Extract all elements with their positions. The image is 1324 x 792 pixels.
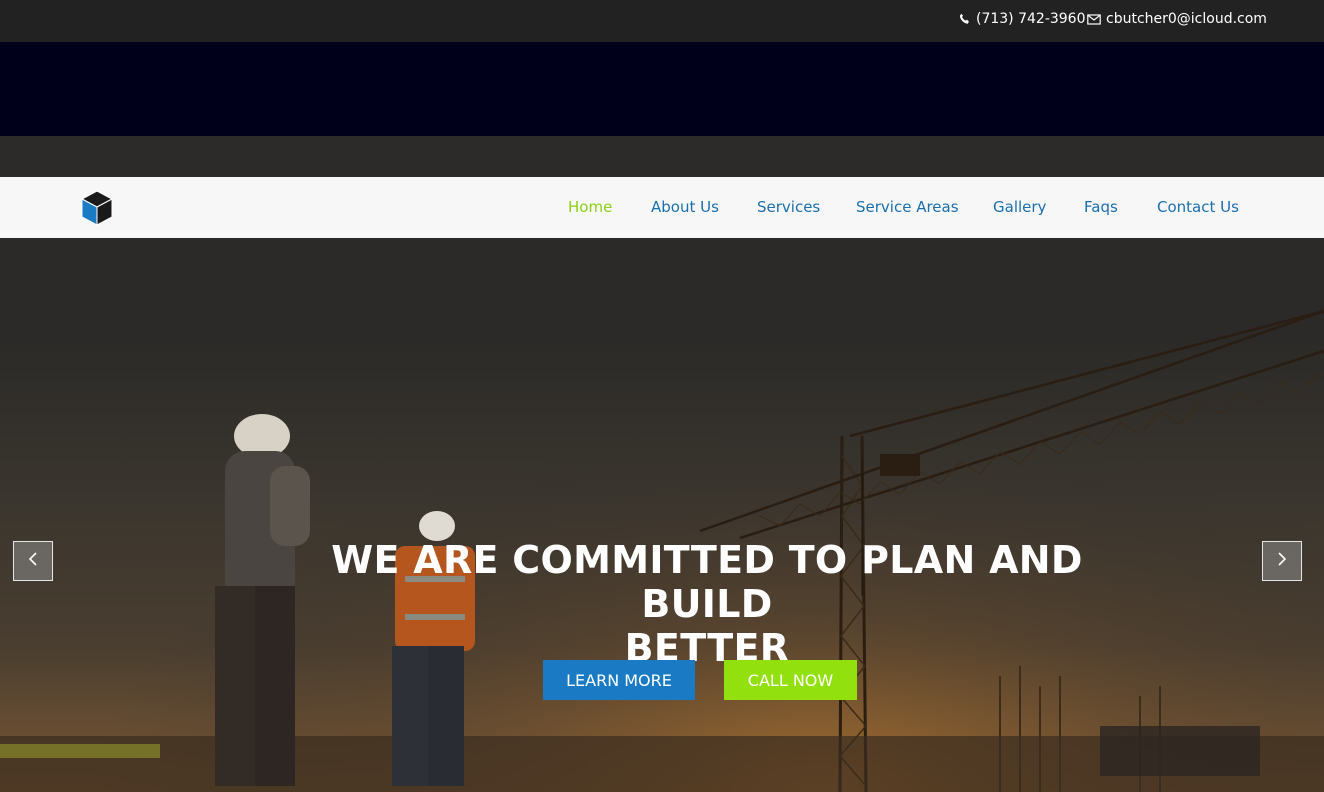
email-link[interactable]: cbutcher0@icloud.com (1087, 11, 1267, 27)
nav-home[interactable]: Home (568, 198, 612, 216)
nav-contact-us[interactable]: Contact Us (1157, 198, 1239, 216)
chevron-left-icon (27, 551, 39, 571)
hero-headline-line-2: BETTER (624, 626, 790, 670)
envelope-icon (1087, 13, 1101, 25)
cube-logo[interactable] (79, 190, 115, 226)
slider-prev-button[interactable] (13, 541, 53, 581)
main-navbar: Home About Us Services Service Areas Gal… (0, 177, 1324, 238)
header-banner-band (0, 42, 1324, 136)
slider-next-button[interactable] (1262, 541, 1302, 581)
top-contact-bar: (713) 742-3960 cbutcher0@icloud.com (0, 0, 1324, 42)
nav-about-us[interactable]: About Us (651, 198, 719, 216)
nav-faqs[interactable]: Faqs (1084, 198, 1118, 216)
call-now-button[interactable]: CALL NOW (724, 660, 857, 700)
nav-gallery[interactable]: Gallery (993, 198, 1046, 216)
nav-services[interactable]: Services (757, 198, 820, 216)
learn-more-button[interactable]: LEARN MORE (543, 660, 695, 700)
chevron-right-icon (1276, 551, 1288, 571)
hero-headline-line-1: WE ARE COMMITTED TO PLAN AND BUILD (331, 538, 1083, 626)
phone-icon (959, 13, 971, 25)
phone-number: (713) 742-3960 (976, 11, 1086, 27)
phone-link[interactable]: (713) 742-3960 (959, 11, 1086, 27)
nav-service-areas[interactable]: Service Areas (856, 198, 959, 216)
email-address: cbutcher0@icloud.com (1106, 11, 1267, 27)
hero-headline: WE ARE COMMITTED TO PLAN AND BUILD BETTE… (262, 538, 1152, 670)
